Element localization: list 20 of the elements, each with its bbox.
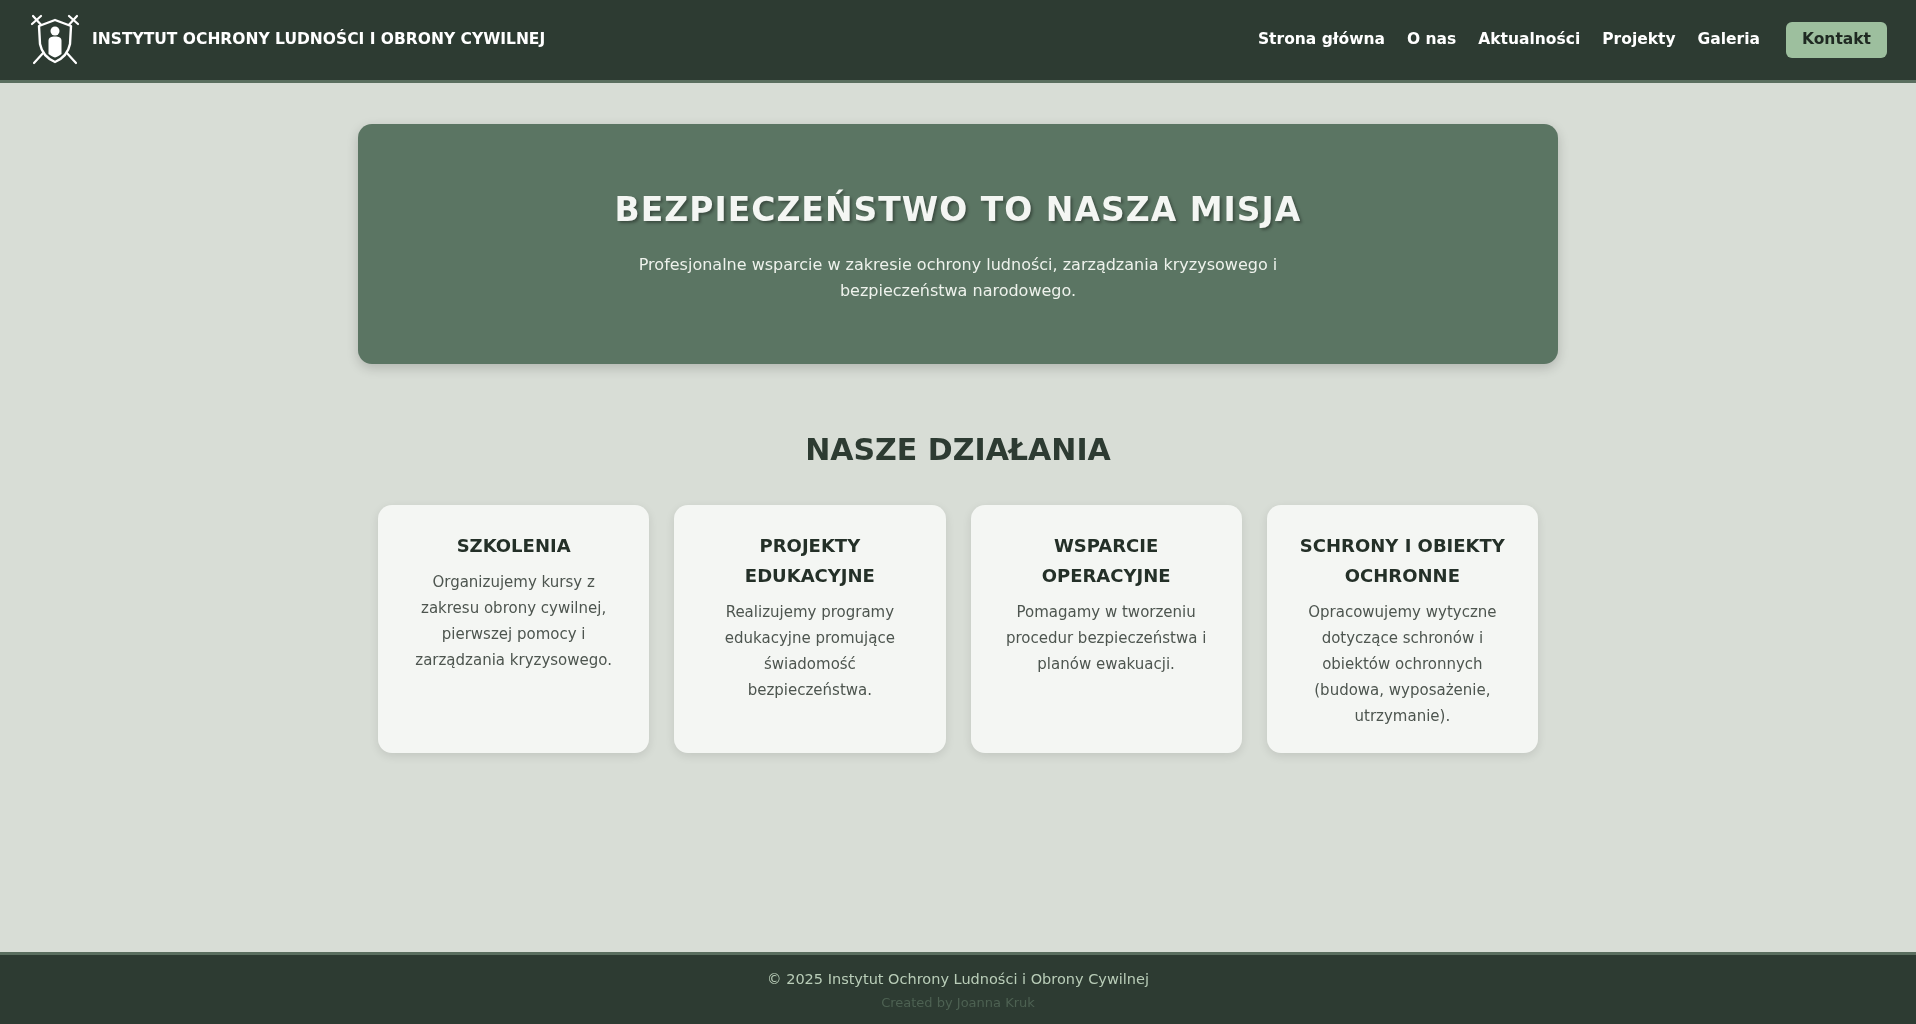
copyright-text: © 2025 Instytut Ochrony Ludności i Obrony Cywilnej: [767, 969, 1149, 989]
shield-swords-logo-icon: [30, 14, 80, 66]
card-text: Opracowujemy wytyczne dotyczące schronów i obiektów ochronnych (budowa, wyposażenie, utrzymanie).: [1307, 602, 1498, 727]
hero-subtitle: Profesjonalne wsparcie w zakresie ochrony ludności, zarządzania kryzysowego i bezpieczeństwa narodowego.: [637, 254, 1279, 302]
card-text: Pomagamy w tworzeniu procedur bezpieczeństwa i planów ewakuacji.: [1004, 602, 1208, 675]
card-title: WSPARCIE OPERACYJNE: [1040, 534, 1172, 588]
contact-button[interactable]: Kontakt: [1786, 22, 1887, 58]
site-title: INSTYTUT OCHRONY LUDNOŚCI I OBRONY CYWILNEJ: [92, 28, 546, 51]
nav-link[interactable]: O nas: [1407, 28, 1457, 52]
card-title: PROJEKTY EDUKACYJNE: [743, 534, 876, 588]
nav-link[interactable]: Aktualności: [1478, 28, 1581, 52]
card-text: Realizujemy programy edukacyjne promujące świadomość bezpieczeństwa.: [723, 602, 896, 701]
card-title: SZKOLENIA: [456, 534, 571, 558]
nav-link[interactable]: Galeria: [1697, 28, 1760, 52]
hero-title: BEZPIECZEŃSTWO TO NASZA MISJA: [614, 188, 1302, 231]
card-title: SCHRONY I OBIEKTY OCHRONNE: [1298, 534, 1506, 588]
section-heading: NASZE DZIAŁANIA: [805, 431, 1111, 469]
nav-link[interactable]: Strona główna: [1257, 28, 1385, 52]
card-text: Organizujemy kursy z zakresu obrony cywilnej, pierwszej pomocy i zarządzania kryzysowego.: [414, 572, 613, 671]
nav-link[interactable]: Projekty: [1602, 28, 1676, 52]
